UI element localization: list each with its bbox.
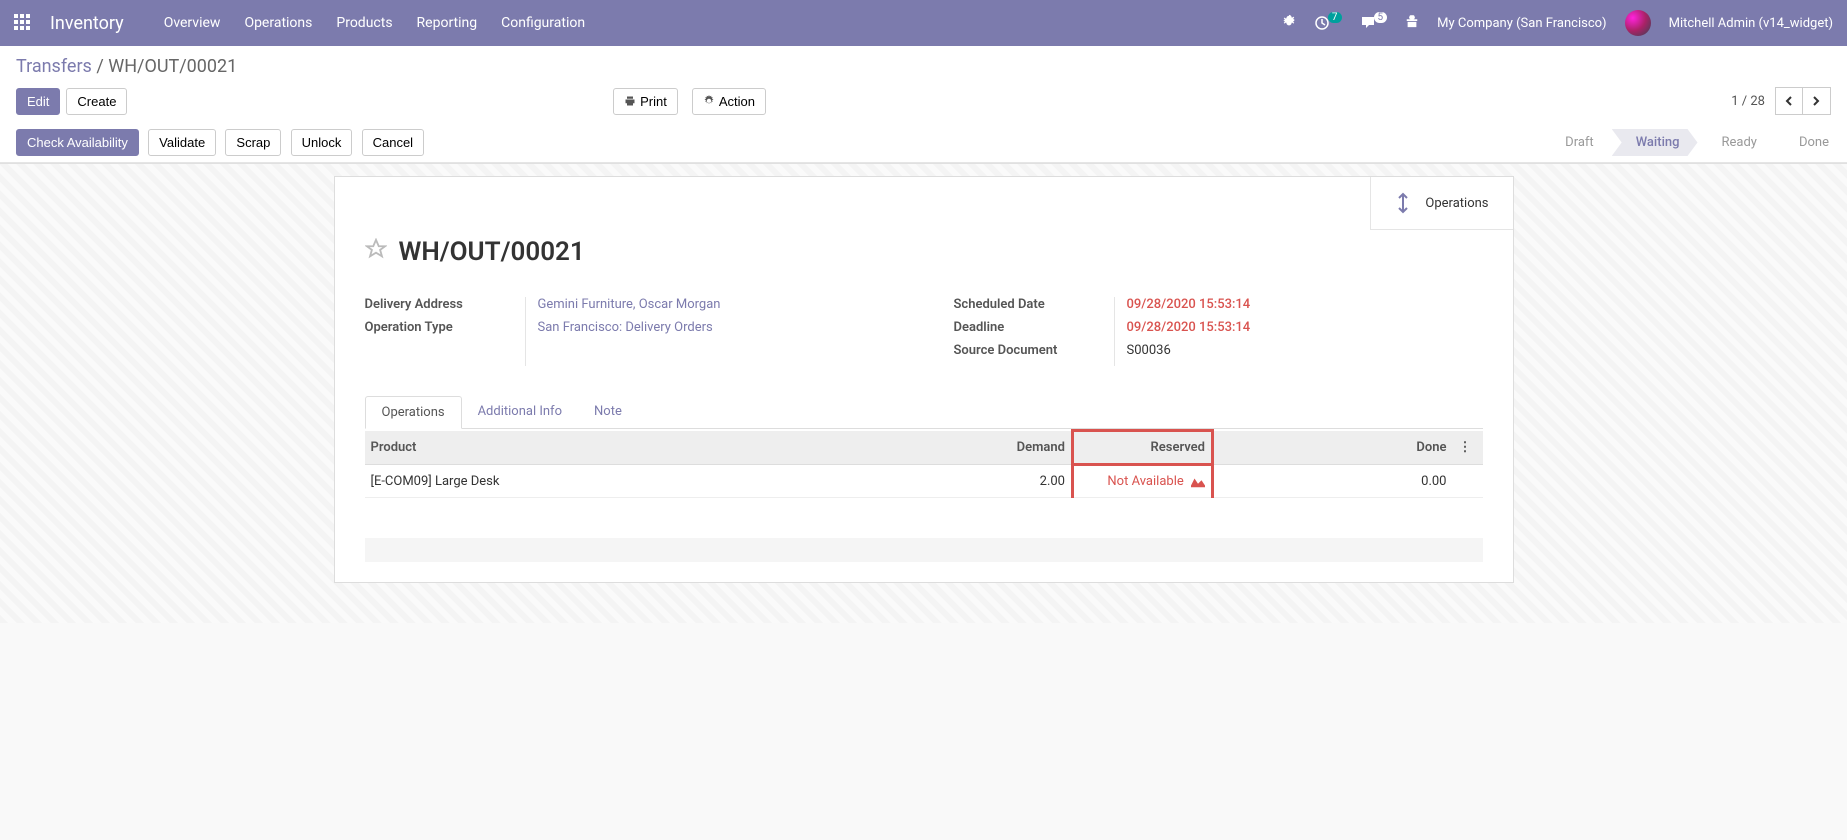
col-optional[interactable]: ⋮ <box>1453 431 1483 465</box>
forecast-icon[interactable] <box>1191 476 1205 488</box>
col-done[interactable]: Done <box>1213 431 1453 465</box>
value-operation-type[interactable]: San Francisco: Delivery Orders <box>538 320 894 335</box>
scrap-button[interactable]: Scrap <box>225 129 281 156</box>
pager-text[interactable]: 1 / 28 <box>1731 94 1765 109</box>
label-delivery-address: Delivery Address <box>365 297 525 312</box>
col-product[interactable]: Product <box>365 431 853 465</box>
cancel-button[interactable]: Cancel <box>362 129 424 156</box>
breadcrumb-parent[interactable]: Transfers <box>16 56 92 77</box>
status-steps: Draft Waiting Ready Done <box>1541 129 1847 156</box>
gear-icon <box>703 95 715 107</box>
form-sheet: Operations WH/OUT/00021 Delivery Address… <box>334 176 1514 583</box>
cell-demand: 2.00 <box>853 465 1073 498</box>
record-title: WH/OUT/00021 <box>399 237 585 267</box>
tab-operations[interactable]: Operations <box>365 396 462 429</box>
message-count: 5 <box>1374 12 1388 23</box>
create-button[interactable]: Create <box>66 88 127 115</box>
tab-note[interactable]: Note <box>578 396 638 428</box>
print-button[interactable]: Print <box>613 88 678 115</box>
table-row[interactable]: [E-COM09] Large Desk 2.00 Not Available … <box>365 465 1483 498</box>
cell-product: [E-COM09] Large Desk <box>365 465 853 498</box>
col-demand[interactable]: Demand <box>853 431 1073 465</box>
updown-arrow-icon <box>1395 191 1411 215</box>
nav-reporting[interactable]: Reporting <box>417 15 478 31</box>
chevron-left-icon <box>1784 96 1794 106</box>
nav-operations[interactable]: Operations <box>244 15 312 31</box>
nav-right: 7 5 My Company (San Francisco) Mitchell … <box>1282 10 1833 36</box>
stat-button-operations[interactable]: Operations <box>1370 177 1512 230</box>
chevron-right-icon <box>1811 96 1821 106</box>
validate-button[interactable]: Validate <box>148 129 216 156</box>
status-ready[interactable]: Ready <box>1698 129 1775 156</box>
statusbar-buttons: Check Availability Validate Scrap Unlock… <box>16 129 430 156</box>
user-menu[interactable]: Mitchell Admin (v14_widget) <box>1669 16 1833 31</box>
stat-button-label: Operations <box>1425 196 1488 211</box>
status-waiting[interactable]: Waiting <box>1612 129 1698 156</box>
label-source-document: Source Document <box>954 343 1114 358</box>
label-scheduled-date: Scheduled Date <box>954 297 1114 312</box>
apps-icon[interactable] <box>14 14 32 32</box>
print-icon <box>624 95 636 107</box>
label-operation-type: Operation Type <box>365 320 525 335</box>
user-avatar[interactable] <box>1625 10 1651 36</box>
col-reserved[interactable]: Reserved <box>1073 431 1213 465</box>
table-footer <box>365 538 1483 562</box>
check-availability-button[interactable]: Check Availability <box>16 129 139 156</box>
activity-count: 7 <box>1328 12 1342 23</box>
notebook-tabs: Operations Additional Info Note <box>365 396 1483 429</box>
value-scheduled-date: 09/28/2020 15:53:14 <box>1127 297 1483 312</box>
value-deadline: 09/28/2020 15:53:14 <box>1127 320 1483 335</box>
nav-menu: Overview Operations Products Reporting C… <box>164 15 585 31</box>
action-button[interactable]: Action <box>692 88 766 115</box>
star-icon[interactable] <box>365 238 387 266</box>
unlock-button[interactable]: Unlock <box>291 129 353 156</box>
activities-icon[interactable]: 7 <box>1314 15 1342 31</box>
gift-icon[interactable] <box>1405 14 1419 32</box>
control-panel: Transfers / WH/OUT/00021 Edit Create Pri… <box>0 46 1847 164</box>
messages-icon[interactable]: 5 <box>1360 15 1388 31</box>
tab-additional-info[interactable]: Additional Info <box>462 396 578 428</box>
nav-configuration[interactable]: Configuration <box>501 15 585 31</box>
edit-button[interactable]: Edit <box>16 88 60 115</box>
pager-next[interactable] <box>1803 87 1831 115</box>
status-draft[interactable]: Draft <box>1541 129 1612 156</box>
cell-done: 0.00 <box>1213 465 1453 498</box>
app-brand[interactable]: Inventory <box>50 13 124 34</box>
debug-icon[interactable] <box>1282 14 1296 32</box>
value-delivery-address[interactable]: Gemini Furniture, Oscar Morgan <box>538 297 894 312</box>
nav-overview[interactable]: Overview <box>164 15 221 31</box>
breadcrumb-current: WH/OUT/00021 <box>108 56 237 77</box>
value-source-document: S00036 <box>1127 343 1483 358</box>
pager-prev[interactable] <box>1775 87 1803 115</box>
cell-reserved: Not Available <box>1073 465 1213 498</box>
breadcrumb: Transfers / WH/OUT/00021 <box>16 56 1831 77</box>
top-navbar: Inventory Overview Operations Products R… <box>0 0 1847 46</box>
label-deadline: Deadline <box>954 320 1114 335</box>
company-switcher[interactable]: My Company (San Francisco) <box>1437 16 1606 31</box>
operations-table: Product Demand Reserved Done ⋮ [E-COM09]… <box>365 429 1483 498</box>
form-background: Operations WH/OUT/00021 Delivery Address… <box>0 164 1847 623</box>
status-done[interactable]: Done <box>1775 129 1847 156</box>
nav-products[interactable]: Products <box>336 15 392 31</box>
